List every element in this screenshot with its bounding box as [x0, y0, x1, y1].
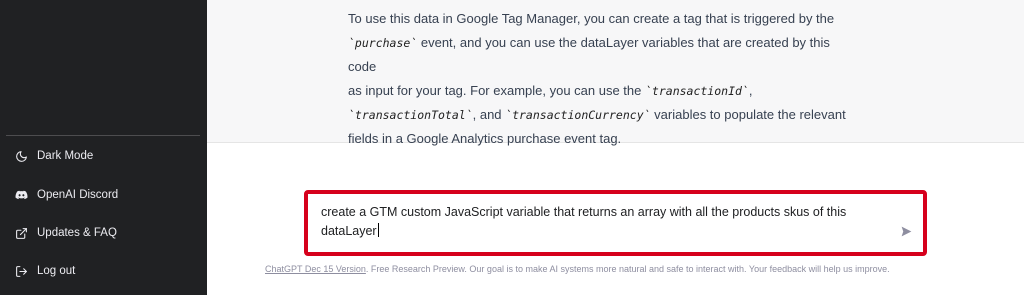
text-caret [377, 223, 379, 237]
response-line: fields in a Google Analytics purchase ev… [348, 127, 848, 151]
sidebar-item-log-out[interactable]: Log out [6, 256, 200, 286]
assistant-response: To use this data in Google Tag Manager, … [207, 0, 1024, 146]
prompt-input-box[interactable]: create a GTM custom JavaScript variable … [304, 190, 927, 256]
discord-icon [14, 188, 28, 202]
sidebar-item-updates-faq[interactable]: Updates & FAQ [6, 218, 200, 248]
main-content: To use this data in Google Tag Manager, … [207, 0, 1024, 295]
prompt-input[interactable]: create a GTM custom JavaScript variable … [321, 203, 881, 241]
response-text-span: as input for your tag. For example, you … [348, 83, 645, 98]
sidebar: Dark Mode OpenAI Discord Updates & FAQ L… [0, 0, 207, 295]
response-line: `transactionTotal`, and `transactionCurr… [348, 103, 848, 127]
inline-code: `purchase` [348, 36, 418, 50]
sidebar-item-openai-discord[interactable]: OpenAI Discord [6, 180, 200, 210]
footer-disclaimer: ChatGPT Dec 15 Version. Free Research Pr… [265, 264, 985, 274]
external-link-icon [14, 226, 28, 240]
response-line: as input for your tag. For example, you … [348, 79, 848, 103]
response-text-span: variables to populate the relevant [650, 107, 846, 122]
response-text-span: , and [472, 107, 506, 122]
moon-icon [14, 149, 28, 163]
response-text: To use this data in Google Tag Manager, … [348, 7, 848, 151]
response-text-span: fields in a Google Analytics purchase ev… [348, 131, 622, 146]
send-button[interactable] [898, 226, 914, 242]
sidebar-item-dark-mode[interactable]: Dark Mode [6, 141, 200, 171]
inline-code: `transactionId` [645, 84, 749, 98]
send-icon [900, 225, 913, 243]
sidebar-item-label: Log out [37, 265, 76, 277]
response-text-span: , [748, 83, 753, 98]
sidebar-item-label: Updates & FAQ [37, 227, 117, 239]
prompt-line-text: dataLayer [321, 224, 377, 238]
inline-code: `transactionCurrency` [505, 108, 651, 122]
sidebar-divider [6, 135, 200, 136]
sidebar-item-label: Dark Mode [37, 150, 94, 162]
response-text-span: event, and you can use the dataLayer var… [348, 35, 830, 74]
response-line: To use this data in Google Tag Manager, … [348, 7, 848, 31]
prompt-line: create a GTM custom JavaScript variable … [321, 205, 847, 219]
version-link[interactable]: ChatGPT Dec 15 Version [265, 264, 366, 274]
prompt-line: dataLayer [321, 222, 881, 241]
footer-text: . Free Research Preview. Our goal is to … [365, 264, 890, 274]
sidebar-item-label: OpenAI Discord [37, 189, 119, 201]
inline-code: `transactionTotal` [348, 108, 473, 122]
response-line: `purchase` event, and you can use the da… [348, 31, 848, 79]
logout-icon [14, 264, 28, 278]
response-text-span: To use this data in Google Tag Manager, … [348, 11, 835, 26]
